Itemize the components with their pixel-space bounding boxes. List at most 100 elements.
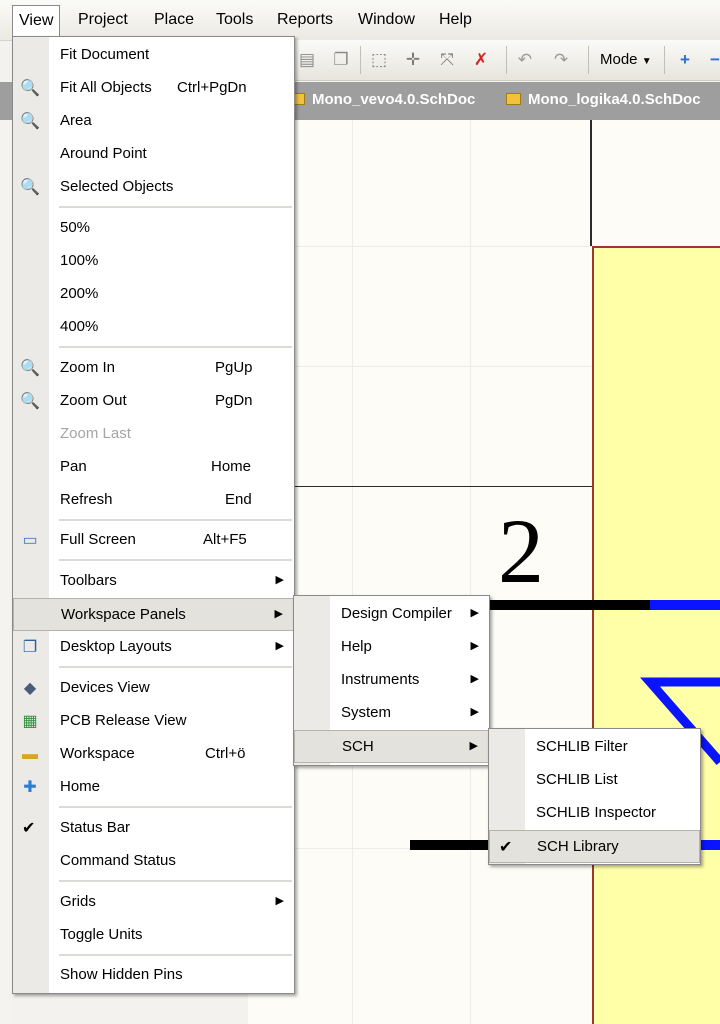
sheet-zone-number: 2 bbox=[498, 500, 544, 602]
submenu-arrow-icon: ▶ bbox=[274, 608, 283, 620]
menu-item-status-bar[interactable]: ✔ Status Bar bbox=[13, 812, 294, 845]
menu-item-fit-document[interactable]: Fit Document bbox=[13, 39, 294, 72]
menu-item-fit-all-objects[interactable]: 🔍 Fit All Objects Ctrl+PgDn bbox=[13, 72, 294, 105]
tab-label: Mono_vevo4.0.SchDoc bbox=[312, 91, 476, 108]
menu-item-label: SCH bbox=[342, 738, 374, 755]
menu-item-devices-view[interactable]: ◆ Devices View bbox=[13, 672, 294, 705]
move-icon[interactable]: ✛ bbox=[402, 49, 424, 71]
menu-reports[interactable]: Reports bbox=[277, 11, 333, 29]
border-line bbox=[248, 486, 592, 487]
menu-item-schlib-list[interactable]: SCHLIB List bbox=[489, 764, 700, 797]
tab-label: Mono_logika4.0.SchDoc bbox=[528, 91, 701, 108]
menu-item-label: SCHLIB Filter bbox=[536, 738, 628, 755]
menu-item-label: 200% bbox=[60, 285, 99, 302]
menu-item-label: Toggle Units bbox=[60, 926, 143, 943]
menu-item-zoom-in[interactable]: 🔍 Zoom In PgUp bbox=[13, 352, 294, 385]
menu-item-label: Workspace bbox=[60, 745, 135, 762]
chevron-down-icon: ▼ bbox=[641, 56, 652, 67]
desktop-layouts-icon: ❐ bbox=[22, 639, 38, 656]
add-icon[interactable]: + bbox=[674, 49, 696, 71]
menu-item-label: Workspace Panels bbox=[61, 606, 186, 623]
submenu-arrow-icon: ▶ bbox=[470, 640, 479, 652]
menu-item-label: SCH Library bbox=[537, 838, 619, 855]
mode-dropdown[interactable]: Mode ▼ bbox=[600, 51, 652, 68]
menu-item-label: 400% bbox=[60, 318, 99, 335]
menu-item-toggle-units[interactable]: Toggle Units bbox=[13, 919, 294, 952]
menu-item-show-hidden-pins[interactable]: Show Hidden Pins bbox=[13, 959, 294, 992]
paste-icon[interactable]: ▤ bbox=[296, 49, 318, 71]
menu-item-around-point[interactable]: Around Point bbox=[13, 138, 294, 171]
menu-item-label: Refresh bbox=[60, 491, 113, 508]
menu-separator bbox=[59, 954, 292, 956]
wire[interactable] bbox=[410, 840, 500, 850]
menu-project[interactable]: Project bbox=[78, 11, 128, 29]
undo-icon[interactable]: ↶ bbox=[514, 49, 536, 71]
menu-item-pcb-release-view[interactable]: ▦ PCB Release View bbox=[13, 705, 294, 738]
menu-item-zoom-last: Zoom Last bbox=[13, 418, 294, 451]
menu-item-area[interactable]: 🔍 Area bbox=[13, 105, 294, 138]
tab-mono-logika[interactable]: Mono_logika4.0.SchDoc bbox=[506, 91, 701, 108]
menu-item-toolbars[interactable]: Toolbars ▶ bbox=[13, 565, 294, 598]
menu-item-command-status[interactable]: Command Status bbox=[13, 845, 294, 878]
menu-item-shortcut: End bbox=[225, 491, 252, 508]
menu-item-zoom-200[interactable]: 200% bbox=[13, 278, 294, 311]
menu-item-sch[interactable]: SCH ▶ bbox=[294, 730, 489, 763]
menu-item-label: Selected Objects bbox=[60, 178, 174, 195]
submenu-arrow-icon: ▶ bbox=[275, 895, 284, 907]
devices-view-icon: ◆ bbox=[23, 680, 37, 697]
menu-item-zoom-400[interactable]: 400% bbox=[13, 311, 294, 344]
menu-item-design-compiler[interactable]: Design Compiler ▶ bbox=[294, 598, 489, 631]
menu-item-label: Full Screen bbox=[60, 531, 136, 548]
menu-item-instruments[interactable]: Instruments ▶ bbox=[294, 664, 489, 697]
wire[interactable] bbox=[480, 600, 650, 610]
menu-item-zoom-out[interactable]: 🔍 Zoom Out PgDn bbox=[13, 385, 294, 418]
menu-place[interactable]: Place bbox=[154, 11, 194, 29]
pcb-release-view-icon: ▦ bbox=[22, 713, 38, 730]
workspace-icon: ▬ bbox=[22, 746, 38, 763]
tab-mono-vevo[interactable]: Mono_vevo4.0.SchDoc bbox=[290, 91, 475, 108]
menu-item-label: Around Point bbox=[60, 145, 147, 162]
menu-item-label: 100% bbox=[60, 252, 99, 269]
menubar: View Project Place Tools Reports Window … bbox=[0, 0, 720, 41]
remove-icon[interactable]: − bbox=[704, 49, 720, 71]
menu-item-selected-objects[interactable]: 🔍 Selected Objects bbox=[13, 171, 294, 204]
select-area-icon[interactable]: ⬚ bbox=[368, 49, 390, 71]
menu-item-schlib-filter[interactable]: SCHLIB Filter bbox=[489, 731, 700, 764]
menu-separator bbox=[59, 346, 292, 348]
menu-help[interactable]: Help bbox=[439, 11, 472, 29]
workspace-panels-submenu: Design Compiler ▶ Help ▶ Instruments ▶ S… bbox=[293, 595, 490, 766]
menu-item-shortcut: Alt+F5 bbox=[203, 531, 247, 548]
menu-item-full-screen[interactable]: ▭ Full Screen Alt+F5 bbox=[13, 524, 294, 557]
menu-item-workspace[interactable]: ▬ Workspace Ctrl+ö bbox=[13, 738, 294, 771]
menu-item-system[interactable]: System ▶ bbox=[294, 697, 489, 730]
menu-item-sch-library[interactable]: ✔ SCH Library bbox=[489, 830, 700, 863]
submenu-arrow-icon: ▶ bbox=[470, 706, 479, 718]
menu-item-label: Fit All Objects bbox=[60, 79, 152, 96]
menu-item-shortcut: Ctrl+ö bbox=[205, 745, 246, 762]
wire[interactable] bbox=[650, 600, 720, 610]
menu-view[interactable]: View bbox=[12, 5, 61, 36]
menu-item-pan[interactable]: Pan Home bbox=[13, 451, 294, 484]
redo-icon[interactable]: ↷ bbox=[550, 49, 572, 71]
menu-item-workspace-panels[interactable]: Workspace Panels ▶ bbox=[13, 598, 294, 631]
menu-item-grids[interactable]: Grids ▶ bbox=[13, 886, 294, 919]
deselect-icon[interactable]: ✗ bbox=[470, 49, 492, 71]
menu-item-zoom-100[interactable]: 100% bbox=[13, 245, 294, 278]
submenu-arrow-icon: ▶ bbox=[275, 574, 284, 586]
menu-item-label: Zoom Out bbox=[60, 392, 127, 409]
zoom-selected-icon: 🔍 bbox=[20, 179, 40, 196]
menu-tools[interactable]: Tools bbox=[216, 11, 253, 29]
component-body[interactable] bbox=[592, 246, 720, 1024]
menu-item-home[interactable]: ✚ Home bbox=[13, 771, 294, 804]
menu-item-desktop-layouts[interactable]: ❐ Desktop Layouts ▶ bbox=[13, 631, 294, 664]
menu-separator bbox=[59, 806, 292, 808]
menu-item-refresh[interactable]: Refresh End bbox=[13, 484, 294, 517]
menu-window[interactable]: Window bbox=[358, 11, 415, 29]
select-icon[interactable]: ⤧ bbox=[436, 49, 458, 71]
copy-icon[interactable]: ❐ bbox=[330, 49, 352, 71]
menu-item-schlib-inspector[interactable]: SCHLIB Inspector bbox=[489, 797, 700, 830]
menu-item-zoom-50[interactable]: 50% bbox=[13, 212, 294, 245]
mode-label: Mode bbox=[600, 51, 638, 68]
menu-item-help[interactable]: Help ▶ bbox=[294, 631, 489, 664]
menu-item-label: Toolbars bbox=[60, 572, 117, 589]
